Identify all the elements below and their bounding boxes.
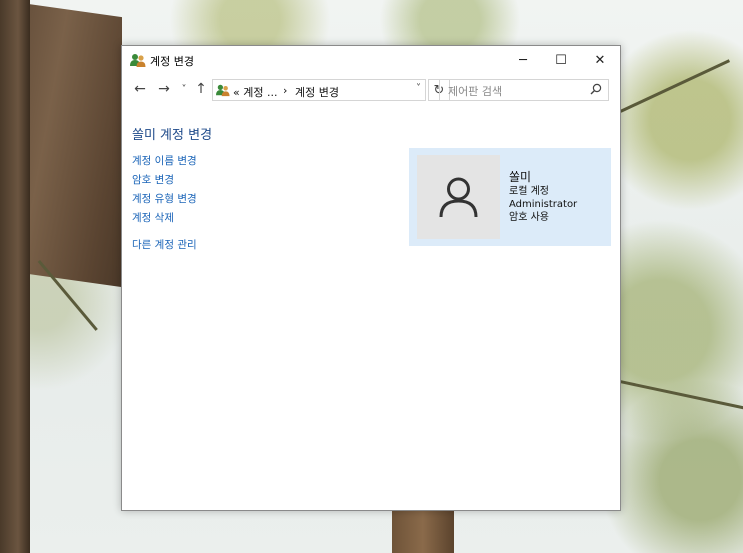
maximize-button[interactable]: ☐ <box>542 46 580 74</box>
rename-account-link[interactable]: 계정 이름 변경 <box>132 152 197 171</box>
address-toolbar: ← → ˅ ↑ « 계정 ... › 계정 변경 ˅ ↻ <box>122 74 620 104</box>
back-button[interactable]: ← <box>131 80 149 98</box>
account-change-window: 계정 변경 ─ ☐ ✕ ← → ˅ ↑ « 계정 ... › 계정 변경 ˅ ↻ <box>121 45 621 511</box>
search-icon[interactable] <box>590 83 602 95</box>
close-button[interactable]: ✕ <box>581 46 619 74</box>
change-password-link[interactable]: 암호 변경 <box>132 171 197 190</box>
search-input[interactable] <box>446 80 590 103</box>
task-links: 계정 이름 변경 암호 변경 계정 유형 변경 계정 삭제 다른 계정 관리 <box>132 152 197 255</box>
users-icon <box>130 54 146 67</box>
wood-post-decoration <box>0 0 30 553</box>
up-button[interactable]: ↑ <box>192 80 210 98</box>
branch-decoration <box>620 59 731 113</box>
recent-locations-button[interactable]: ˅ <box>175 80 193 98</box>
user-silhouette-icon <box>439 177 478 218</box>
manage-other-accounts-link[interactable]: 다른 계정 관리 <box>132 236 197 255</box>
minimize-button[interactable]: ─ <box>504 46 542 74</box>
search-box[interactable] <box>439 79 609 103</box>
page-title: 쏠미 계정 변경 <box>132 128 213 143</box>
account-card: 쏠미 로컬 계정 Administrator 암호 사용 <box>409 148 611 246</box>
title-bar[interactable]: 계정 변경 ─ ☐ ✕ <box>122 46 620 74</box>
password-status: 암호 사용 <box>509 212 549 223</box>
breadcrumb-separator[interactable]: › <box>283 84 287 97</box>
branch-decoration <box>619 380 743 410</box>
change-account-type-link[interactable]: 계정 유형 변경 <box>132 190 197 209</box>
account-name: 쏠미 <box>509 170 532 184</box>
wood-bottom-decoration <box>392 508 454 553</box>
account-role: Administrator <box>509 199 578 210</box>
window-title: 계정 변경 <box>150 55 194 68</box>
delete-account-link[interactable]: 계정 삭제 <box>132 209 197 228</box>
avatar <box>417 155 500 239</box>
account-info: 쏠미 로컬 계정 Administrator 암호 사용 <box>509 171 577 224</box>
account-type: 로컬 계정 <box>509 186 549 197</box>
address-dropdown-button[interactable]: ˅ <box>416 83 421 94</box>
breadcrumb-accounts[interactable]: « 계정 ... <box>233 84 277 100</box>
users-icon <box>216 84 230 97</box>
breadcrumb-current[interactable]: 계정 변경 <box>295 84 339 100</box>
forward-button[interactable]: → <box>155 80 173 98</box>
address-bar[interactable]: « 계정 ... › 계정 변경 ˅ <box>212 79 426 101</box>
